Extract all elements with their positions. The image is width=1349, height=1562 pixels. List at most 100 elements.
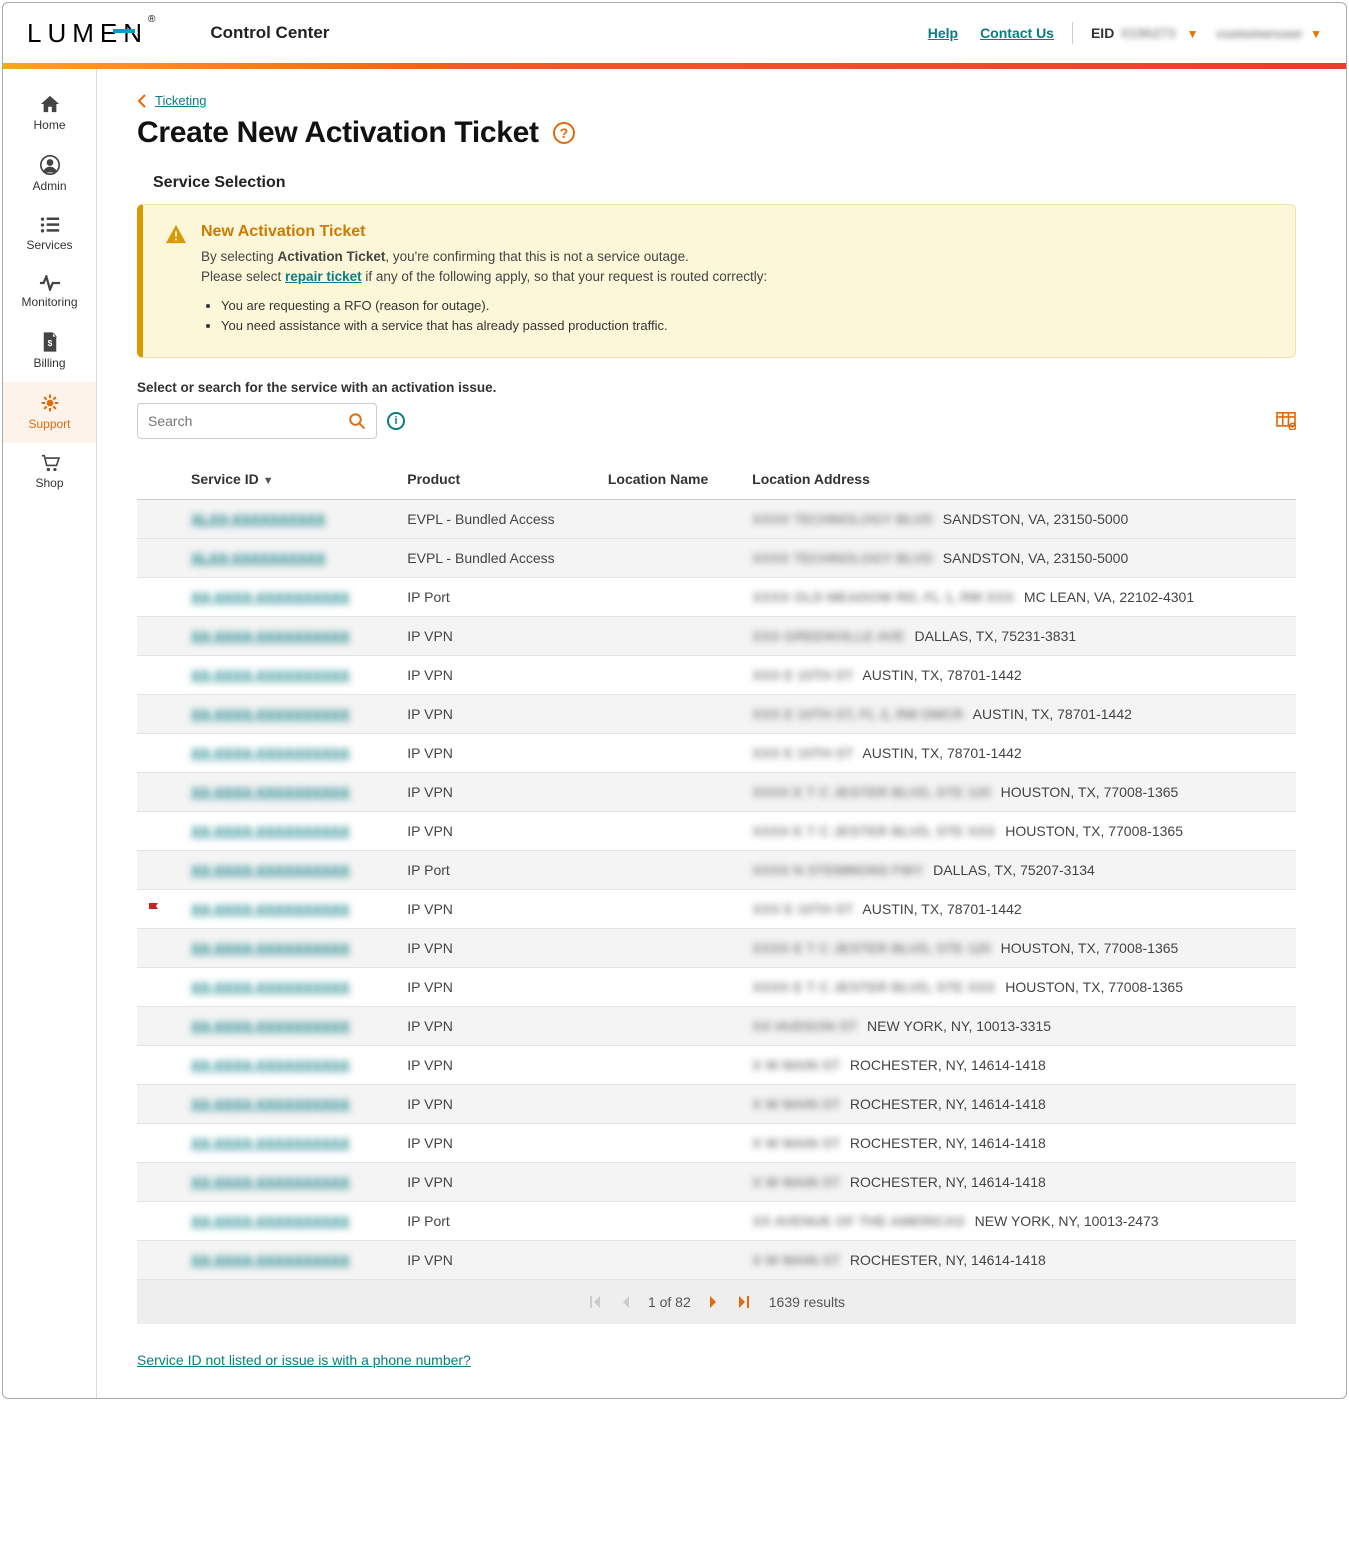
- service-id-link[interactable]: XX-XXXX-XXXXXXXXXX: [191, 823, 350, 839]
- flag-cell: [137, 890, 171, 929]
- table-row[interactable]: XX-XXXX-XXXXXXXXXXIP VPNXXX GREENVILLE A…: [137, 617, 1296, 656]
- help-icon[interactable]: ?: [553, 122, 575, 144]
- chevron-down-icon: ▼: [1187, 27, 1199, 41]
- flag-cell: [137, 578, 171, 617]
- table-row[interactable]: XX-XXXX-XXXXXXXXXXIP VPNX W MAIN ST ROCH…: [137, 1124, 1296, 1163]
- col-location-address[interactable]: Location Address: [742, 459, 1296, 500]
- service-id-link[interactable]: XX-XXXX-XXXXXXXXXX: [191, 1057, 350, 1073]
- location-address-cell: XXXX TECHNOLOGY BLVD SANDSTON, VA, 23150…: [742, 500, 1296, 539]
- table-row[interactable]: XX-XXXX-XXXXXXXXXXIP PortXXXX N STEMMONS…: [137, 851, 1296, 890]
- nav-admin[interactable]: Admin: [3, 144, 96, 205]
- page-last-icon[interactable]: [737, 1295, 751, 1309]
- table-row[interactable]: XLXX-XXXXXXXXXXEVPL - Bundled AccessXXXX…: [137, 539, 1296, 578]
- service-not-listed-link[interactable]: Service ID not listed or issue is with a…: [137, 1352, 471, 1368]
- repair-ticket-link[interactable]: repair ticket: [285, 269, 362, 284]
- service-id-link[interactable]: XLXX-XXXXXXXXXX: [191, 511, 326, 527]
- table-row[interactable]: XX-XXXX-XXXXXXXXXXIP VPNXXX E 10TH ST AU…: [137, 734, 1296, 773]
- section-title: Service Selection: [153, 174, 1296, 192]
- service-id-link[interactable]: XX-XXXX-XXXXXXXXXX: [191, 706, 350, 722]
- service-id-link[interactable]: XX-XXXX-XXXXXXXXXX: [191, 1213, 350, 1229]
- table-row[interactable]: XX-XXXX-XXXXXXXXXXIP VPNX W MAIN ST ROCH…: [137, 1085, 1296, 1124]
- service-id-link[interactable]: XX-XXXX-XXXXXXXXXX: [191, 1174, 350, 1190]
- nav-home[interactable]: Home: [3, 83, 96, 144]
- nav-shop[interactable]: Shop: [3, 443, 96, 502]
- table-row[interactable]: XX-XXXX-XXXXXXXXXXIP VPNXXXX E T C JESTE…: [137, 929, 1296, 968]
- product-cell: IP VPN: [397, 1163, 598, 1202]
- table-row[interactable]: XX-XXXX-XXXXXXXXXXIP VPNXXX E 10TH ST, F…: [137, 695, 1296, 734]
- service-id-link[interactable]: XX-XXXX-XXXXXXXXXX: [191, 901, 350, 917]
- col-location-name[interactable]: Location Name: [598, 459, 742, 500]
- table-row[interactable]: XX-XXXX-XXXXXXXXXXIP VPNXXX E 10TH ST AU…: [137, 890, 1296, 929]
- location-address-cell: XXXX N STEMMONS FWY DALLAS, TX, 75207-31…: [742, 851, 1296, 890]
- table-row[interactable]: XX-XXXX-XXXXXXXXXXIP VPNXX HUDSON ST NEW…: [137, 1007, 1296, 1046]
- service-id-link[interactable]: XX-XXXX-XXXXXXXXXX: [191, 667, 350, 683]
- contact-link[interactable]: Contact Us: [980, 25, 1054, 41]
- service-id-link[interactable]: XLXX-XXXXXXXXXX: [191, 550, 326, 566]
- table-row[interactable]: XX-XXXX-XXXXXXXXXXIP VPNX W MAIN ST ROCH…: [137, 1046, 1296, 1085]
- alert-line-2: Please select repair ticket if any of th…: [201, 267, 767, 287]
- location-address-cell: XX AVENUE OF THE AMERICAS NEW YORK, NY, …: [742, 1202, 1296, 1241]
- table-row[interactable]: XLXX-XXXXXXXXXXEVPL - Bundled AccessXXXX…: [137, 500, 1296, 539]
- search-input[interactable]: [148, 413, 348, 429]
- service-id-link[interactable]: XX-XXXX-XXXXXXXXXX: [191, 1096, 350, 1112]
- product-cell: IP VPN: [397, 812, 598, 851]
- back-chevron-icon[interactable]: [137, 94, 147, 108]
- service-id-link[interactable]: XX-XXXX-XXXXXXXXXX: [191, 589, 350, 605]
- location-address-cell: XXXX E T C JESTER BLVD, STE XXX HOUSTON,…: [742, 812, 1296, 851]
- service-id-link[interactable]: XX-XXXX-XXXXXXXXXX: [191, 745, 350, 761]
- column-settings-icon[interactable]: [1276, 412, 1296, 430]
- location-name-cell: [598, 1046, 742, 1085]
- flag-cell: [137, 812, 171, 851]
- service-id-link[interactable]: XX-XXXX-XXXXXXXXXX: [191, 784, 350, 800]
- product-cell: IP VPN: [397, 1046, 598, 1085]
- nav-monitoring[interactable]: Monitoring: [3, 264, 96, 321]
- service-id-link[interactable]: XX-XXXX-XXXXXXXXXX: [191, 628, 350, 644]
- location-address-cell: X W MAIN ST ROCHESTER, NY, 14614-1418: [742, 1241, 1296, 1280]
- service-id-link[interactable]: XX-XXXX-XXXXXXXXXX: [191, 979, 350, 995]
- location-name-cell: [598, 500, 742, 539]
- alert-bullet: You are requesting a RFO (reason for out…: [221, 296, 767, 317]
- activity-icon: [39, 275, 61, 291]
- table-row[interactable]: XX-XXXX-XXXXXXXXXXIP VPNX W MAIN ST ROCH…: [137, 1241, 1296, 1280]
- service-id-link[interactable]: XX-XXXX-XXXXXXXXXX: [191, 862, 350, 878]
- service-id-link[interactable]: XX-XXXX-XXXXXXXXXX: [191, 940, 350, 956]
- user-dropdown[interactable]: customeruser ▼: [1199, 26, 1323, 41]
- pagination-bar: 1 of 82 1639 results: [137, 1280, 1296, 1324]
- flag-cell: [137, 773, 171, 812]
- divider: [1072, 22, 1073, 44]
- col-product[interactable]: Product: [397, 459, 598, 500]
- location-name-cell: [598, 929, 742, 968]
- chevron-down-icon: ▼: [1310, 27, 1322, 41]
- page-first-icon[interactable]: [588, 1295, 602, 1309]
- home-icon: [39, 94, 61, 114]
- service-id-link[interactable]: XX-XXXX-XXXXXXXXXX: [191, 1252, 350, 1268]
- breadcrumb-link-ticketing[interactable]: Ticketing: [155, 93, 207, 108]
- page-prev-icon[interactable]: [620, 1295, 630, 1309]
- help-link[interactable]: Help: [928, 25, 958, 41]
- flag-cell: [137, 1163, 171, 1202]
- service-id-link[interactable]: XX-XXXX-XXXXXXXXXX: [191, 1135, 350, 1151]
- nav-services[interactable]: Services: [3, 205, 96, 264]
- info-icon[interactable]: i: [387, 412, 405, 430]
- table-row[interactable]: XX-XXXX-XXXXXXXXXXIP VPNXXXX E T C JESTE…: [137, 968, 1296, 1007]
- flag-cell: [137, 1202, 171, 1241]
- location-name-cell: [598, 890, 742, 929]
- location-address-cell: XXXX TECHNOLOGY BLVD SANDSTON, VA, 23150…: [742, 539, 1296, 578]
- service-id-link[interactable]: XX-XXXX-XXXXXXXXXX: [191, 1018, 350, 1034]
- table-row[interactable]: XX-XXXX-XXXXXXXXXXIP PortXX AVENUE OF TH…: [137, 1202, 1296, 1241]
- col-service-id[interactable]: Service ID▼: [171, 459, 397, 500]
- location-address-cell: XXXX E T C JESTER BLVD, STE XXX HOUSTON,…: [742, 968, 1296, 1007]
- table-row[interactable]: XX-XXXX-XXXXXXXXXXIP VPNXXXX E T C JESTE…: [137, 773, 1296, 812]
- location-address-cell: XXX E 10TH ST AUSTIN, TX, 78701-1442: [742, 890, 1296, 929]
- nav-support[interactable]: Support: [3, 382, 96, 443]
- table-row[interactable]: XX-XXXX-XXXXXXXXXXIP VPNXXX E 10TH ST AU…: [137, 656, 1296, 695]
- eid-dropdown[interactable]: EID 0196273 ▼: [1091, 25, 1199, 41]
- nav-billing[interactable]: $ Billing: [3, 321, 96, 382]
- table-row[interactable]: XX-XXXX-XXXXXXXXXXIP VPNX W MAIN ST ROCH…: [137, 1163, 1296, 1202]
- table-row[interactable]: XX-XXXX-XXXXXXXXXX IP VPN XXXX E T C JESTE…: [137, 812, 1296, 851]
- location-name-cell: [598, 695, 742, 734]
- services-table: Service ID▼ Product Location Name Locati…: [137, 459, 1296, 1280]
- table-row[interactable]: XX-XXXX-XXXXXXXXXXIP PortXXXX OLD MEADOW…: [137, 578, 1296, 617]
- page-next-icon[interactable]: [709, 1295, 719, 1309]
- search-icon[interactable]: [348, 412, 366, 430]
